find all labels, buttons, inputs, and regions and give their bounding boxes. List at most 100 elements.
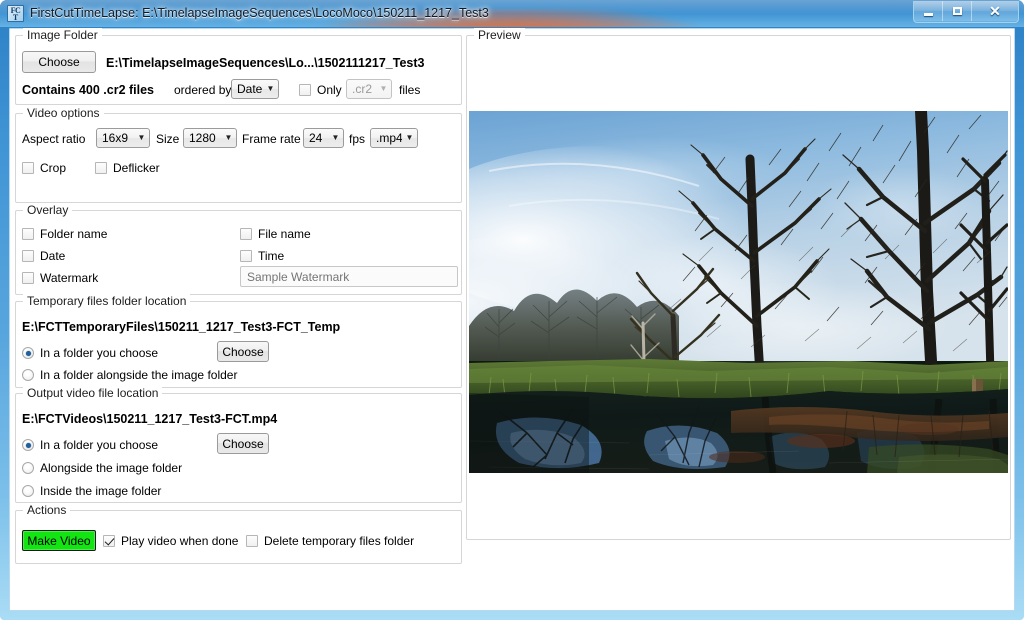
choose-image-folder-button[interactable]: Choose: [22, 51, 96, 73]
frame-rate-value: 24: [309, 131, 323, 145]
temp-files-option-alongside-radio: [22, 369, 34, 381]
app-icon-line2: T: [12, 13, 19, 22]
close-icon: ✕: [989, 3, 1001, 19]
delete-temp-folder-checkbox-box: [246, 535, 258, 547]
client-area: Image Folder Choose E:\TimelapseImageSeq…: [9, 28, 1015, 611]
chevron-down-icon: ▼: [379, 84, 388, 93]
size-label: Size: [156, 132, 180, 146]
choose-output-folder-button[interactable]: Choose: [217, 433, 269, 454]
order-by-dropdown[interactable]: Date ▼: [231, 79, 279, 99]
temp-files-path: E:\FCTTemporaryFiles\150211_1217_Test3-F…: [22, 320, 341, 334]
aspect-ratio-label: Aspect ratio: [22, 132, 86, 146]
output-video-option-inside-label: Inside the image folder: [40, 484, 162, 498]
chevron-down-icon: ▼: [405, 133, 414, 142]
overlay-time-checkbox[interactable]: Time: [240, 249, 284, 263]
deflicker-checkbox[interactable]: Deflicker: [95, 161, 160, 175]
preview-image: [469, 111, 1008, 473]
play-video-when-done-checkbox-box: [103, 535, 115, 547]
order-by-value: Date: [237, 82, 263, 96]
overlay-folder-name-label: Folder name: [40, 227, 108, 241]
only-extension-checkbox-box: [299, 84, 311, 96]
extension-filter-dropdown[interactable]: .cr2 ▼: [346, 79, 392, 99]
temp-files-group: Temporary files folder location E:\FCTTe…: [15, 294, 462, 388]
overlay-watermark-checkbox[interactable]: Watermark: [22, 271, 98, 285]
chevron-down-icon: ▼: [224, 133, 233, 142]
temp-files-option-choose-radio: [22, 347, 34, 359]
actions-legend: Actions: [23, 503, 71, 517]
maximize-icon: [943, 1, 971, 21]
make-video-label: Make Video: [27, 533, 91, 548]
preview-group: Preview: [466, 28, 1011, 540]
maximize-button[interactable]: [943, 1, 972, 21]
delete-temp-folder-label: Delete temporary files folder: [264, 534, 415, 548]
overlay-group: Overlay Folder name File name Date Time …: [15, 203, 462, 295]
overlay-file-name-checkbox[interactable]: File name: [240, 227, 311, 241]
overlay-date-checkbox[interactable]: Date: [22, 249, 65, 263]
minimize-icon: [914, 1, 942, 21]
play-video-when-done-label: Play video when done: [121, 534, 239, 548]
only-extension-checkbox[interactable]: Only: [299, 83, 342, 97]
output-video-option-alongside[interactable]: Alongside the image folder: [22, 461, 182, 475]
overlay-folder-name-checkbox[interactable]: Folder name: [22, 227, 107, 241]
overlay-date-label: Date: [40, 249, 66, 263]
temp-files-option-alongside-label: In a folder alongside the image folder: [40, 368, 238, 382]
output-video-option-choose[interactable]: In a folder you choose: [22, 438, 158, 452]
image-folder-group: Image Folder Choose E:\TimelapseImageSeq…: [15, 28, 462, 105]
ordered-by-label: ordered by: [174, 83, 232, 97]
choose-image-folder-label: Choose: [38, 55, 80, 69]
temp-files-option-alongside[interactable]: In a folder alongside the image folder: [22, 368, 237, 382]
frame-rate-dropdown[interactable]: 24 ▼: [303, 128, 344, 148]
overlay-time-checkbox-box: [240, 250, 252, 262]
output-video-group: Output video file location E:\FCTVideos\…: [15, 386, 462, 503]
delete-temp-folder-checkbox[interactable]: Delete temporary files folder: [246, 534, 414, 548]
deflicker-label: Deflicker: [113, 161, 160, 175]
close-button[interactable]: ✕: [972, 1, 1018, 21]
watermark-input[interactable]: [240, 266, 458, 287]
overlay-folder-name-checkbox-box: [22, 228, 34, 240]
only-extension-label: Only: [317, 83, 342, 97]
crop-label: Crop: [40, 161, 67, 175]
chevron-down-icon: ▼: [137, 133, 146, 142]
output-video-legend: Output video file location: [23, 386, 163, 400]
video-options-group: Video options Aspect ratio 16x9 ▼ Size 1…: [15, 106, 462, 203]
output-video-option-alongside-radio: [22, 462, 34, 474]
crop-checkbox[interactable]: Crop: [22, 161, 66, 175]
play-video-when-done-checkbox[interactable]: Play video when done: [103, 534, 238, 548]
overlay-legend: Overlay: [23, 203, 73, 217]
application-window: FC T FirstCutTimeLapse: E:\TimelapseImag…: [0, 0, 1024, 620]
video-options-legend: Video options: [23, 106, 104, 120]
app-icon: FC T: [7, 5, 24, 22]
make-video-button[interactable]: Make Video: [22, 530, 96, 551]
output-video-option-inside-radio: [22, 485, 34, 497]
choose-output-folder-label: Choose: [222, 436, 264, 451]
temp-files-option-choose[interactable]: In a folder you choose: [22, 346, 158, 360]
temp-files-option-choose-label: In a folder you choose: [40, 346, 159, 360]
crop-checkbox-box: [22, 162, 34, 174]
choose-temp-folder-label: Choose: [222, 344, 264, 359]
preview-legend: Preview: [474, 28, 525, 42]
size-dropdown[interactable]: 1280 ▼: [183, 128, 237, 148]
overlay-file-name-checkbox-box: [240, 228, 252, 240]
app-icon-glyph: FC T: [8, 6, 23, 22]
aspect-ratio-dropdown[interactable]: 16x9 ▼: [96, 128, 150, 148]
chevron-down-icon: ▼: [331, 133, 340, 142]
deflicker-checkbox-box: [95, 162, 107, 174]
overlay-date-checkbox-box: [22, 250, 34, 262]
overlay-watermark-checkbox-box: [22, 272, 34, 284]
overlay-time-label: Time: [258, 249, 285, 263]
title-bar: FC T FirstCutTimeLapse: E:\TimelapseImag…: [0, 0, 1024, 27]
output-video-option-choose-radio: [22, 439, 34, 451]
overlay-watermark-label: Watermark: [40, 271, 99, 285]
image-folder-path: E:\TimelapseImageSequences\Lo...\1502111…: [106, 56, 425, 70]
output-video-option-inside[interactable]: Inside the image folder: [22, 484, 161, 498]
aspect-ratio-value: 16x9: [102, 131, 129, 145]
minimize-button[interactable]: [914, 1, 943, 21]
files-label: files: [399, 83, 421, 97]
output-video-option-alongside-label: Alongside the image folder: [40, 461, 183, 475]
fps-label: fps: [349, 132, 366, 146]
actions-group: Actions Make Video Play video when done …: [15, 503, 462, 564]
image-folder-legend: Image Folder: [23, 28, 102, 42]
format-dropdown[interactable]: .mp4 ▼: [370, 128, 418, 148]
image-folder-file-count: Contains 400 .cr2 files: [22, 83, 155, 97]
choose-temp-folder-button[interactable]: Choose: [217, 341, 269, 362]
